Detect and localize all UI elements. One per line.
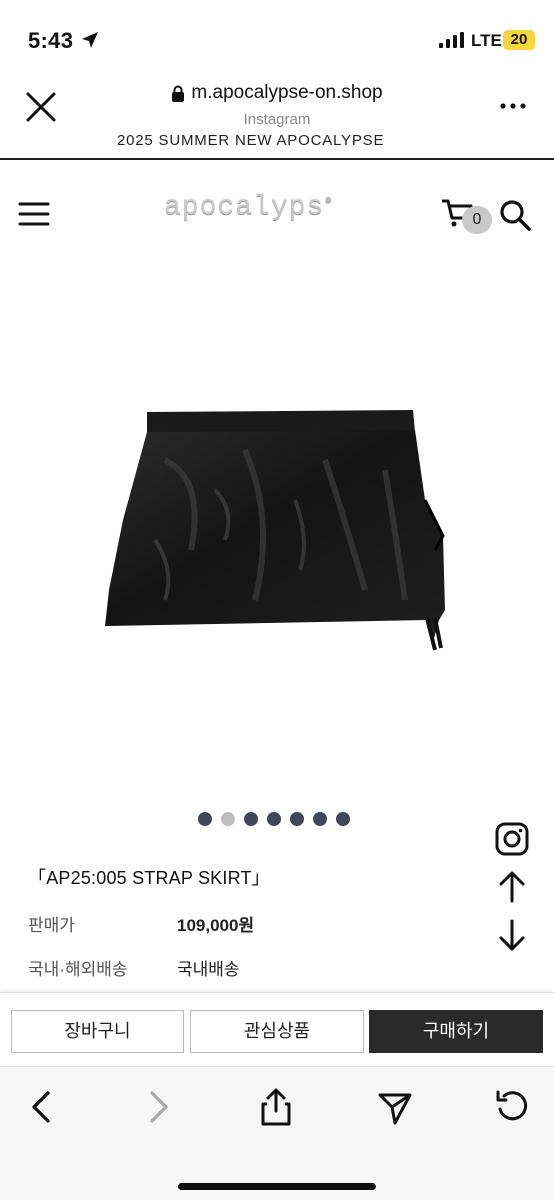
- price-value: 109,000원: [177, 916, 255, 935]
- send-icon[interactable]: [377, 1087, 413, 1127]
- signal-icon: [439, 32, 464, 48]
- status-time: 5:43: [28, 28, 74, 53]
- battery-icon: 20: [503, 30, 535, 50]
- scroll-up-arrow-icon[interactable]: [497, 870, 527, 904]
- scroll-down-arrow-icon[interactable]: [497, 918, 527, 952]
- status-bar: 5:43 LTE 20: [0, 0, 554, 78]
- add-to-cart-button[interactable]: 장바구니: [11, 1010, 184, 1053]
- share-icon[interactable]: [258, 1087, 294, 1127]
- location-arrow-icon: [82, 32, 98, 48]
- gallery-dot[interactable]: [198, 812, 212, 826]
- price-label: 판매가: [28, 916, 75, 935]
- url-source: Instagram: [243, 110, 311, 128]
- cart-count-badge: 0: [462, 206, 492, 234]
- buy-now-button[interactable]: 구매하기: [369, 1010, 543, 1053]
- gallery-dot[interactable]: [313, 812, 327, 826]
- forward-icon[interactable]: [140, 1087, 176, 1127]
- back-icon[interactable]: [24, 1087, 60, 1127]
- site-header: apocalyps● 0: [0, 170, 554, 262]
- home-indicator: [178, 1183, 376, 1190]
- product-image-skirt[interactable]: [95, 400, 460, 660]
- shipping-value: 국내배송: [177, 960, 240, 979]
- reload-icon[interactable]: [494, 1087, 530, 1127]
- announcement-marquee: 2025 SUMMER NEW APOCALYPSE: [0, 130, 554, 160]
- gallery-dot[interactable]: [336, 812, 350, 826]
- instagram-icon[interactable]: [495, 822, 529, 856]
- browser-toolbar: [0, 1066, 554, 1200]
- more-icon[interactable]: [498, 96, 528, 116]
- menu-icon[interactable]: [18, 200, 50, 228]
- gallery-dot[interactable]: [244, 812, 258, 826]
- url-area: m.apocalypse-on.shop Instagram: [0, 82, 554, 128]
- gallery-pagination: [198, 812, 350, 826]
- gallery-dot[interactable]: [267, 812, 281, 826]
- shipping-label: 국내·해외배송: [28, 960, 128, 979]
- site-logo[interactable]: apocalyps●: [164, 192, 333, 223]
- wishlist-button[interactable]: 관심상품: [190, 1010, 364, 1053]
- gallery-dot[interactable]: [290, 812, 304, 826]
- lock-icon: [172, 85, 185, 102]
- search-icon[interactable]: [498, 198, 532, 232]
- product-name: 「AP25:005 STRAP SKIRT」: [28, 868, 270, 888]
- gallery-dot-active[interactable]: [221, 812, 235, 826]
- purchase-actions: 장바구니 관심상품 구매하기: [0, 992, 554, 1066]
- network-label: LTE: [471, 31, 502, 50]
- url-text: m.apocalypse-on.shop: [191, 82, 383, 103]
- marquee-text: 2025 SUMMER NEW APOCALYPSE: [117, 132, 385, 149]
